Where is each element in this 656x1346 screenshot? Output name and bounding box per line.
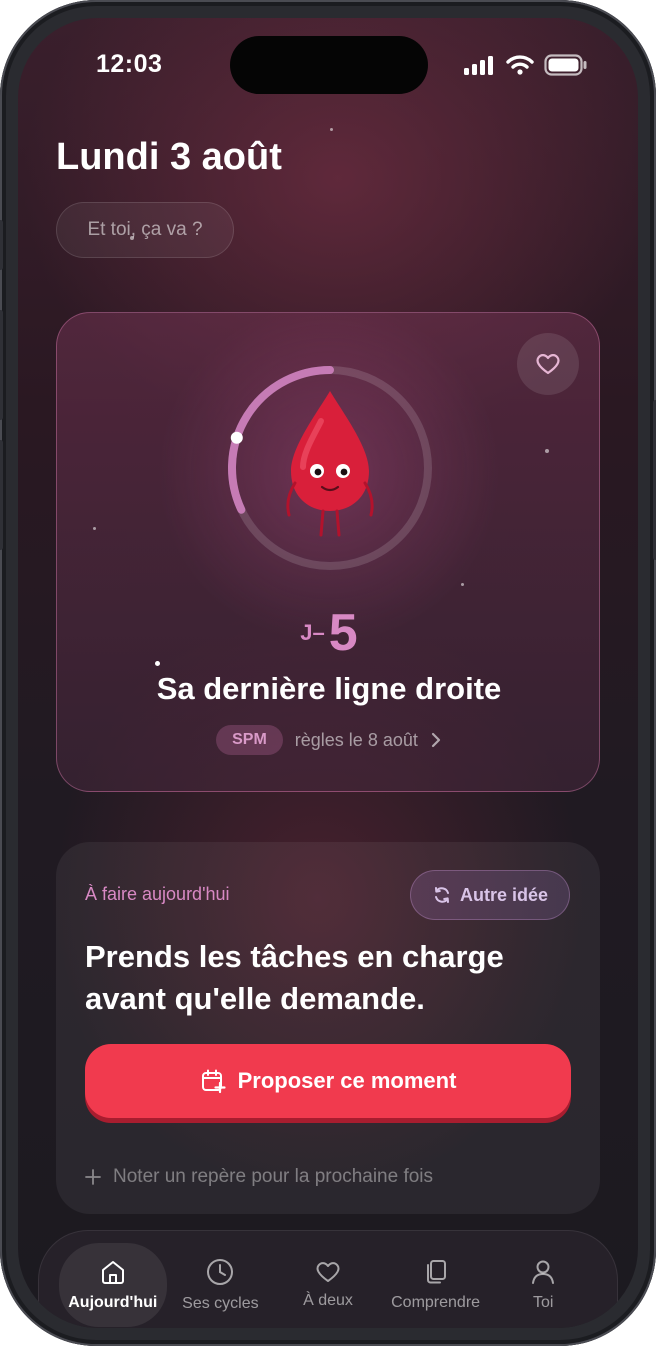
tab-label: Ses cycles	[182, 1295, 259, 1312]
refresh-icon	[434, 887, 449, 903]
phone-frame: 12:03 Lundi 3 août Et toi, ça va ? J–5 S…	[0, 0, 656, 1346]
signal-icon	[464, 56, 493, 75]
phase-badge: SPM	[216, 725, 283, 755]
tab-label: Comprendre	[391, 1294, 481, 1311]
countdown-prefix: J–	[300, 620, 325, 645]
battery-icon	[544, 54, 587, 76]
other-idea-button[interactable]: Autre idée	[410, 870, 570, 920]
tab-understand[interactable]: Comprendre	[382, 1243, 490, 1327]
daily-task-card: À faire aujourd'hui Autre idée Prends le…	[56, 842, 600, 1214]
add-note-link[interactable]: Noter un repère pour la prochaine fois	[85, 1166, 433, 1188]
tab-today[interactable]: Aujourd'hui	[59, 1243, 167, 1327]
clock-icon	[207, 1259, 234, 1285]
heart-icon	[316, 1262, 340, 1282]
propose-moment-button[interactable]: Proposer ce moment	[85, 1044, 571, 1118]
countdown-value: 5	[328, 604, 358, 662]
sparkle-decor	[461, 583, 464, 586]
wifi-icon	[506, 55, 534, 75]
tab-label: Toi	[532, 1294, 554, 1311]
silent-switch	[0, 220, 3, 270]
other-idea-label: Autre idée	[459, 884, 549, 905]
sparkle-decor	[330, 128, 333, 131]
sparkle-decor	[93, 527, 96, 530]
calendar-add-icon	[201, 1069, 226, 1094]
user-icon	[532, 1260, 555, 1284]
propose-moment-label: Proposer ce moment	[237, 1068, 457, 1093]
mood-checkin-button[interactable]: Et toi, ça va ?	[56, 202, 234, 258]
phase-title: Sa dernière ligne droite	[156, 671, 502, 706]
favorite-button[interactable]	[517, 333, 579, 395]
status-icons	[464, 54, 588, 76]
chevron-right-icon	[431, 732, 440, 748]
home-icon	[101, 1261, 124, 1284]
blood-drop-mascot	[286, 391, 374, 537]
volume-down-button	[0, 440, 3, 550]
phase-meta[interactable]: SPM règles le 8 août	[57, 725, 601, 755]
tab-you[interactable]: Toi	[489, 1243, 597, 1327]
status-time: 12:03	[96, 50, 163, 78]
cards-icon	[426, 1260, 446, 1284]
dynamic-island	[230, 36, 428, 94]
cycle-hero-card[interactable]: J–5 Sa dernière ligne droite SPM règles …	[56, 312, 600, 792]
cycle-position-marker	[230, 431, 243, 444]
tab-together[interactable]: À deux	[274, 1243, 382, 1327]
task-label: À faire aujourd'hui	[85, 884, 230, 904]
plus-icon	[85, 1169, 101, 1185]
countdown: J–5	[57, 603, 601, 663]
app-screen: 12:03 Lundi 3 août Et toi, ça va ? J–5 S…	[18, 18, 638, 1328]
heart-icon	[536, 354, 560, 375]
tab-label: Aujourd'hui	[68, 1294, 158, 1311]
task-text: Prends les tâches en charge avant qu'ell…	[85, 939, 504, 1016]
bottom-tab-bar: Aujourd'hui Ses cycles À deux Comprendre…	[38, 1230, 618, 1328]
next-period-text: règles le 8 août	[294, 729, 418, 750]
page-title: Lundi 3 août	[56, 136, 282, 178]
cycle-progress-ring	[228, 366, 432, 570]
cycle-ring	[225, 363, 435, 573]
volume-up-button	[0, 310, 3, 420]
tab-label: À deux	[303, 1292, 353, 1309]
sparkle-decor	[545, 449, 549, 453]
tab-cycles[interactable]: Ses cycles	[167, 1243, 275, 1327]
add-note-label: Noter un repère pour la prochaine fois	[113, 1166, 434, 1187]
